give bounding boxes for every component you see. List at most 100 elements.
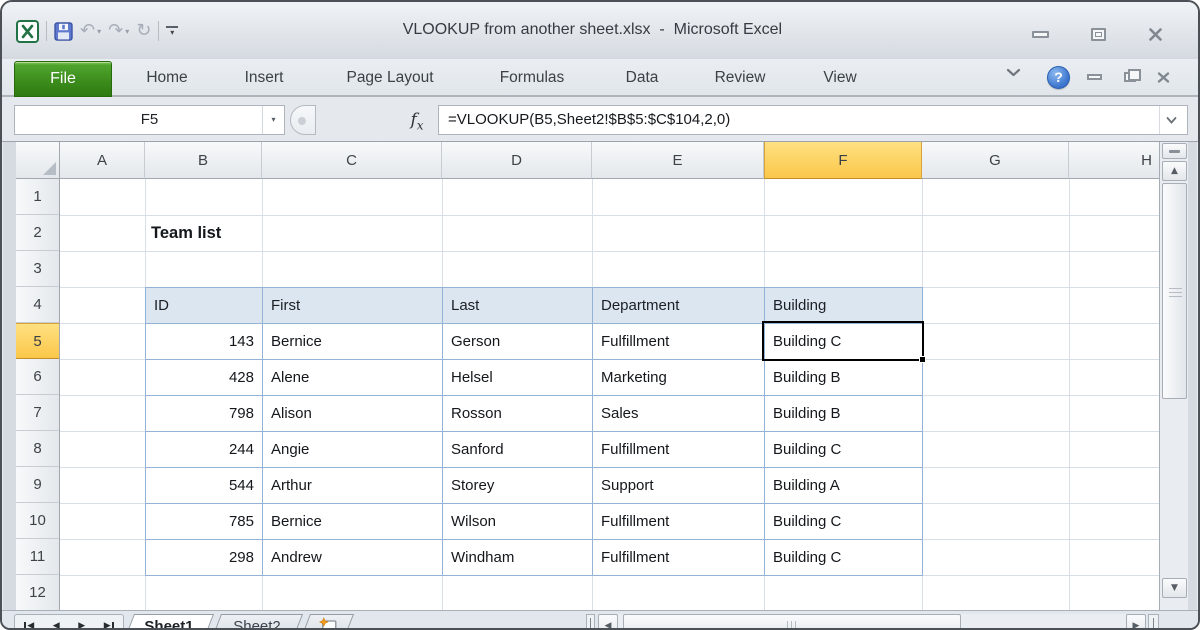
column-header-B[interactable]: B	[145, 142, 262, 179]
cell-B11[interactable]: 298	[146, 540, 263, 576]
cell-F10[interactable]: Building C	[765, 504, 923, 540]
save-button[interactable]	[54, 18, 73, 44]
cell-E5[interactable]: Fulfillment	[593, 324, 765, 360]
row-header-9[interactable]: 9	[16, 467, 59, 503]
cell-B9[interactable]: 544	[146, 468, 263, 504]
tab-review[interactable]: Review	[715, 59, 766, 95]
vertical-scroll-thumb[interactable]	[1162, 183, 1187, 399]
column-header-F[interactable]: F	[764, 142, 922, 179]
cell-B6[interactable]: 428	[146, 360, 263, 396]
row-header-6[interactable]: 6	[16, 359, 59, 395]
cell-F8[interactable]: Building C	[765, 432, 923, 468]
row-header-10[interactable]: 10	[16, 503, 59, 539]
restore-workbook-button[interactable]	[1118, 68, 1142, 86]
insert-worksheet-button[interactable]	[300, 614, 354, 630]
scroll-right-button[interactable]: ▶	[1126, 614, 1146, 630]
cell-E8[interactable]: Fulfillment	[593, 432, 765, 468]
scroll-down-button[interactable]: ▼	[1162, 578, 1187, 598]
cell-D10[interactable]: Wilson	[443, 504, 593, 540]
tab-insert[interactable]: Insert	[245, 59, 284, 95]
excel-logo-icon[interactable]	[16, 18, 39, 44]
scroll-left-button[interactable]: ◀	[598, 614, 618, 630]
first-sheet-button[interactable]: ◀	[24, 622, 34, 630]
cell-B7[interactable]: 798	[146, 396, 263, 432]
close-workbook-button[interactable]	[1151, 68, 1175, 86]
column-header-H[interactable]: H	[1069, 142, 1159, 179]
row-header-4[interactable]: 4	[16, 287, 59, 323]
minimize-workbook-button[interactable]	[1082, 68, 1106, 86]
table-header-C4[interactable]: First	[263, 288, 443, 324]
cell-C8[interactable]: Angie	[263, 432, 443, 468]
cell-E10[interactable]: Fulfillment	[593, 504, 765, 540]
expand-formula-bar-button[interactable]	[1159, 106, 1183, 134]
close-window-button[interactable]	[1143, 26, 1167, 42]
cell-F11[interactable]: Building C	[765, 540, 923, 576]
cell-F9[interactable]: Building A	[765, 468, 923, 504]
row-header-11[interactable]: 11	[16, 539, 59, 575]
scrollbar-resize-handle[interactable]	[1148, 614, 1159, 630]
cell-E6[interactable]: Marketing	[593, 360, 765, 396]
last-sheet-button[interactable]: ▶	[104, 622, 114, 630]
cell-E7[interactable]: Sales	[593, 396, 765, 432]
row-header-1[interactable]: 1	[16, 179, 59, 215]
tab-home[interactable]: Home	[146, 59, 187, 95]
cell-B8[interactable]: 244	[146, 432, 263, 468]
cell-D5[interactable]: Gerson	[443, 324, 593, 360]
cell-F5[interactable]: Building C	[765, 324, 923, 360]
table-header-E4[interactable]: Department	[593, 288, 765, 324]
undo-dropdown-icon[interactable]: ▾	[97, 27, 101, 36]
cell-C9[interactable]: Arthur	[263, 468, 443, 504]
next-sheet-button[interactable]: ▶	[78, 622, 85, 630]
minimize-ribbon-button[interactable]	[1006, 68, 1021, 77]
row-header-5[interactable]: 5	[16, 323, 59, 359]
cell-D11[interactable]: Windham	[443, 540, 593, 576]
sheet-tab-sheet2[interactable]: Sheet2	[211, 614, 303, 630]
customize-qat-button[interactable]: ▾	[166, 26, 178, 36]
vertical-split-handle[interactable]	[1162, 143, 1187, 159]
column-header-E[interactable]: E	[592, 142, 764, 179]
name-box-dropdown-icon[interactable]: ▾	[262, 106, 284, 134]
cell-D7[interactable]: Rosson	[443, 396, 593, 432]
horizontal-scroll-thumb[interactable]	[623, 614, 961, 630]
cell-C6[interactable]: Alene	[263, 360, 443, 396]
restore-window-button[interactable]	[1086, 26, 1110, 42]
table-header-D4[interactable]: Last	[443, 288, 593, 324]
cell-D8[interactable]: Sanford	[443, 432, 593, 468]
redo-button[interactable]: ↷ ▾	[108, 18, 129, 44]
vertical-scrollbar[interactable]: ▲ ▼	[1159, 142, 1188, 610]
cell-C5[interactable]: Bernice	[263, 324, 443, 360]
tab-splitter-handle[interactable]	[586, 614, 595, 630]
cell-C11[interactable]: Andrew	[263, 540, 443, 576]
formula-input[interactable]: =VLOOKUP(B5,Sheet2!$B$5:$C$104,2,0)	[438, 105, 1188, 135]
undo-button[interactable]: ↶ ▾	[80, 18, 101, 44]
name-box[interactable]: F5 ▾	[14, 105, 285, 135]
cell-D9[interactable]: Storey	[443, 468, 593, 504]
table-header-F4[interactable]: Building	[765, 288, 923, 324]
cell-F6[interactable]: Building B	[765, 360, 923, 396]
column-header-A[interactable]: A	[60, 142, 145, 179]
tab-data[interactable]: Data	[626, 59, 659, 95]
cell-b2-team-list[interactable]: Team list	[151, 215, 221, 251]
cell-C10[interactable]: Bernice	[263, 504, 443, 540]
column-header-D[interactable]: D	[442, 142, 592, 179]
cell-D6[interactable]: Helsel	[443, 360, 593, 396]
tab-page-layout[interactable]: Page Layout	[346, 59, 433, 95]
cell-B10[interactable]: 785	[146, 504, 263, 540]
column-header-C[interactable]: C	[262, 142, 442, 179]
row-header-12[interactable]: 12	[16, 575, 59, 610]
column-header-G[interactable]: G	[922, 142, 1069, 179]
tab-view[interactable]: View	[823, 59, 856, 95]
formula-bar-handle[interactable]	[290, 105, 316, 135]
select-all-button[interactable]	[16, 142, 60, 179]
repeat-button[interactable]: ↻	[136, 18, 151, 44]
cell-B5[interactable]: 143	[146, 324, 263, 360]
previous-sheet-button[interactable]: ◀	[53, 622, 60, 630]
help-button[interactable]: ?	[1047, 66, 1070, 89]
cell-E9[interactable]: Support	[593, 468, 765, 504]
redo-dropdown-icon[interactable]: ▾	[125, 27, 129, 36]
tab-formulas[interactable]: Formulas	[500, 59, 565, 95]
row-header-2[interactable]: 2	[16, 215, 59, 251]
cell-C7[interactable]: Alison	[263, 396, 443, 432]
row-header-8[interactable]: 8	[16, 431, 59, 467]
minimize-window-button[interactable]	[1028, 26, 1052, 42]
